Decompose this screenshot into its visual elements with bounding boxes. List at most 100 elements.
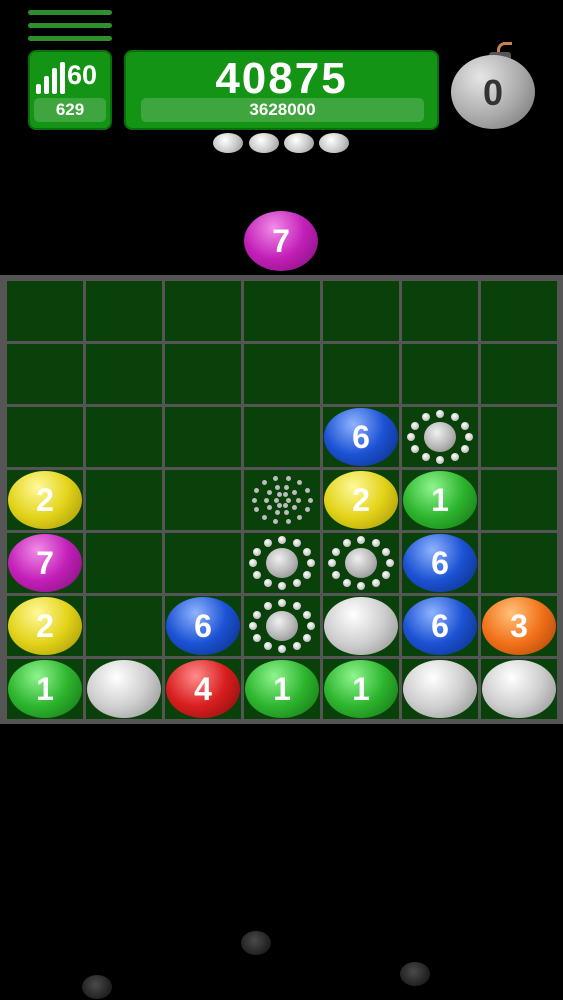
spawn-marker-dot xyxy=(252,570,261,579)
spawn-marker-core xyxy=(345,548,377,578)
spawn-marker-dot xyxy=(382,547,391,556)
spawn-marker-dot xyxy=(266,505,272,511)
board-cell[interactable] xyxy=(481,407,557,467)
number-ball: 2 xyxy=(8,471,82,529)
spawn-marker-dot xyxy=(276,492,282,498)
spawn-marker-dot xyxy=(262,514,268,520)
board-cell[interactable]: 4 xyxy=(165,659,241,719)
board-cell[interactable] xyxy=(323,533,399,593)
spawn-marker-dot xyxy=(252,547,261,556)
board-cell[interactable]: 2 xyxy=(7,470,83,530)
spawn-marker-dot xyxy=(303,610,312,619)
board-cell[interactable] xyxy=(402,407,478,467)
board-cell[interactable] xyxy=(244,470,320,530)
board-cell[interactable] xyxy=(481,281,557,341)
board-cell[interactable]: 3 xyxy=(481,596,557,656)
spawn-marker-dot xyxy=(371,578,380,587)
board-cell[interactable]: 1 xyxy=(323,659,399,719)
board-cell[interactable] xyxy=(481,470,557,530)
signal-bars-icon xyxy=(36,62,66,94)
spawn-marker-dot xyxy=(282,502,288,508)
number-ball: 4 xyxy=(166,660,240,718)
spawn-marker-dot xyxy=(285,497,291,503)
spawn-marker-dot xyxy=(278,599,286,607)
bomb-button[interactable]: 0 xyxy=(451,40,535,132)
spawn-marker-dot xyxy=(304,487,310,493)
bomb-count: 0 xyxy=(482,72,504,113)
grey-ball xyxy=(482,660,556,718)
spawn-marker-dot xyxy=(262,480,268,486)
board-cell[interactable] xyxy=(323,281,399,341)
board-cell[interactable] xyxy=(402,344,478,404)
board-cell[interactable] xyxy=(244,407,320,467)
pellet xyxy=(213,133,243,153)
board-cell[interactable]: 2 xyxy=(323,470,399,530)
spawn-marker-dot xyxy=(342,539,351,548)
spawn-marker-dot xyxy=(436,410,444,418)
board-cell[interactable] xyxy=(7,344,83,404)
spawn-marker-dot xyxy=(292,602,301,611)
spawn-marker-dot xyxy=(410,444,419,453)
board-cell[interactable] xyxy=(402,659,478,719)
spawn-marker-dot xyxy=(276,502,282,508)
spawn-marker-dot xyxy=(278,582,286,590)
spawn-marker-dot xyxy=(303,633,312,642)
board-cell[interactable] xyxy=(165,344,241,404)
board-cell[interactable] xyxy=(323,596,399,656)
spawn-marker-dot xyxy=(263,497,269,503)
board-cell[interactable]: 6 xyxy=(402,596,478,656)
hamburger-menu-icon[interactable] xyxy=(28,8,112,44)
board-cell[interactable] xyxy=(86,344,162,404)
board-cell[interactable] xyxy=(86,659,162,719)
board-cell[interactable] xyxy=(402,281,478,341)
board-cell[interactable]: 1 xyxy=(244,659,320,719)
board-cell[interactable]: 6 xyxy=(323,407,399,467)
board-cell[interactable] xyxy=(244,533,320,593)
spawn-marker-dot xyxy=(278,645,286,653)
game-board: 62217626631411 xyxy=(0,275,563,724)
board-cell[interactable] xyxy=(244,344,320,404)
board-cell[interactable] xyxy=(7,281,83,341)
number-ball: 1 xyxy=(403,471,477,529)
spawn-marker-dot xyxy=(307,559,315,567)
number-ball: 1 xyxy=(324,660,398,718)
board-cell[interactable] xyxy=(165,407,241,467)
board-cell[interactable] xyxy=(481,659,557,719)
spawn-marker-dot xyxy=(407,433,415,441)
board-cell[interactable]: 1 xyxy=(7,659,83,719)
board-cell[interactable]: 6 xyxy=(402,533,478,593)
level-sub-value: 629 xyxy=(34,98,106,122)
board-cell[interactable] xyxy=(323,344,399,404)
board-cell[interactable] xyxy=(165,470,241,530)
grey-ball xyxy=(324,597,398,655)
board-cell[interactable] xyxy=(86,470,162,530)
board-cell[interactable] xyxy=(7,407,83,467)
board-cell[interactable] xyxy=(481,533,557,593)
board-cell[interactable] xyxy=(481,344,557,404)
board-cell[interactable] xyxy=(86,596,162,656)
board-cell[interactable]: 6 xyxy=(165,596,241,656)
board-cell[interactable] xyxy=(165,281,241,341)
board-cell[interactable] xyxy=(244,596,320,656)
number-ball: 6 xyxy=(324,408,398,466)
next-ball[interactable]: 7 xyxy=(244,211,318,271)
board-cell[interactable] xyxy=(86,281,162,341)
board-cell[interactable] xyxy=(86,533,162,593)
board-cell[interactable]: 2 xyxy=(7,596,83,656)
board-cell[interactable] xyxy=(244,281,320,341)
level-value: 60 xyxy=(67,60,98,90)
spawn-marker-dot xyxy=(450,452,459,461)
number-ball: 7 xyxy=(8,534,82,592)
board-cell[interactable] xyxy=(165,533,241,593)
board-cell[interactable] xyxy=(86,407,162,467)
score-target: 3628000 xyxy=(141,98,424,122)
score-value: 40875 xyxy=(215,54,348,103)
number-ball: 2 xyxy=(8,597,82,655)
spawn-marker-dot xyxy=(266,489,272,495)
spawn-marker-dot xyxy=(284,509,290,515)
spawn-marker-dot xyxy=(357,582,365,590)
board-cell[interactable]: 7 xyxy=(7,533,83,593)
board-cell[interactable]: 1 xyxy=(402,470,478,530)
spawn-marker-dot xyxy=(251,497,257,503)
spawn-marker-dot xyxy=(357,536,365,544)
